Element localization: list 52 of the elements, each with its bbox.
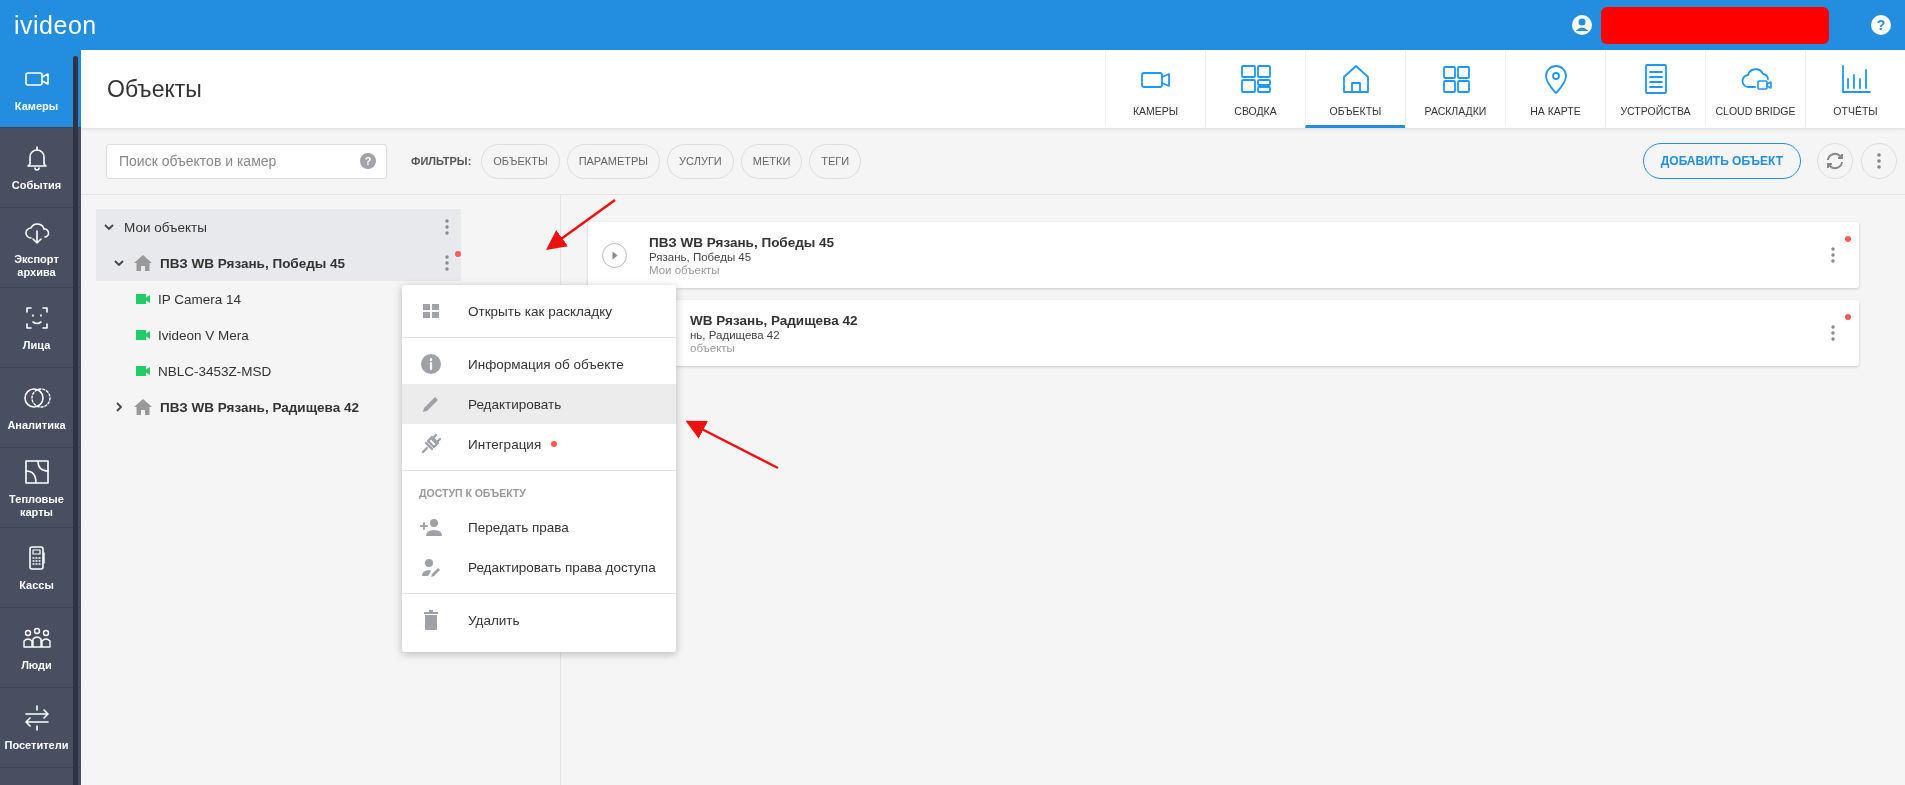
more-icon[interactable] <box>1831 325 1835 341</box>
home-icon <box>134 255 152 271</box>
menu-item[interactable]: Редактировать права доступа <box>402 547 676 587</box>
menu-item[interactable]: Передать права <box>402 507 676 547</box>
more-icon <box>1877 153 1881 169</box>
tree-root-row[interactable]: Мои объекты <box>96 209 461 245</box>
user-edit-icon <box>420 556 442 578</box>
nav-tab[interactable]: CLOUD BRIDGE <box>1705 50 1805 128</box>
play-icon[interactable] <box>602 242 627 268</box>
home-icon <box>134 399 152 415</box>
nav-tab[interactable]: ОБЪЕКТЫ <box>1305 50 1405 128</box>
user-icon[interactable] <box>1571 14 1593 36</box>
more-icon[interactable] <box>445 219 449 235</box>
add-user-icon <box>420 516 442 538</box>
nav-tab[interactable]: УСТРОЙСТВА <box>1605 50 1705 128</box>
camera-name: NBLC-3453Z-MSD <box>158 363 272 379</box>
nav-tab[interactable]: СВОДКА <box>1205 50 1305 128</box>
plug-icon <box>420 433 442 455</box>
page-title: Объекты <box>106 75 203 103</box>
object-card[interactable]: WB Рязань, Радищева 42 нь, Радищева 42 объекты <box>676 300 1859 366</box>
object-card[interactable]: ПВЗ WB Рязань, Победы 45 Рязань, Победы 45 Мои объекты <box>588 222 1859 288</box>
nav-tab[interactable]: КАМЕРЫ <box>1105 50 1205 128</box>
nav-tab[interactable]: РАСКЛАДКИ <box>1405 50 1505 128</box>
filters-label: ФИЛЬТРЫ: <box>411 155 472 167</box>
card-address: Рязань, Победы 45 <box>649 250 753 263</box>
scrollbar[interactable] <box>73 56 78 785</box>
more-icon[interactable] <box>1831 247 1835 263</box>
more-icon[interactable] <box>445 255 449 271</box>
camera-name: Ivideon V Mera <box>158 327 249 343</box>
camera-icon <box>136 366 150 376</box>
object-name: ПВЗ WB Рязань, Радищева 42 <box>160 399 359 415</box>
card-address: нь, Радищева 42 <box>690 328 781 341</box>
camera-icon <box>136 330 150 340</box>
object-name: ПВЗ WB Рязань, Победы 45 <box>160 255 346 271</box>
menu-item[interactable]: Интеграция <box>402 424 676 464</box>
menu-item[interactable]: Редактировать <box>402 384 676 424</box>
refresh-icon <box>1824 150 1846 172</box>
menu-heading: ДОСТУП К ОБЪЕКТУ <box>418 486 527 501</box>
dashboard-icon <box>1238 62 1273 96</box>
nav-tab[interactable]: ОТЧЁТЫ <box>1805 50 1905 128</box>
card-title: WB Рязань, Радищева 42 <box>690 312 859 328</box>
card-title: ПВЗ WB Рязань, Победы 45 <box>649 234 836 250</box>
annotation-arrow <box>545 199 616 250</box>
camera-name: IP Camera 14 <box>158 291 242 307</box>
tree-row[interactable]: ПВЗ WB Рязань, Победы 45 <box>96 245 461 281</box>
camera-icon <box>136 294 150 304</box>
info-icon <box>420 353 442 375</box>
card-group: объекты <box>690 341 1831 354</box>
tree-label: Мои объекты <box>124 219 207 235</box>
card-group: Мои объекты <box>649 263 1831 276</box>
menu-item[interactable]: Удалить <box>402 600 676 640</box>
nav-tab[interactable]: НА КАРТЕ <box>1505 50 1605 128</box>
